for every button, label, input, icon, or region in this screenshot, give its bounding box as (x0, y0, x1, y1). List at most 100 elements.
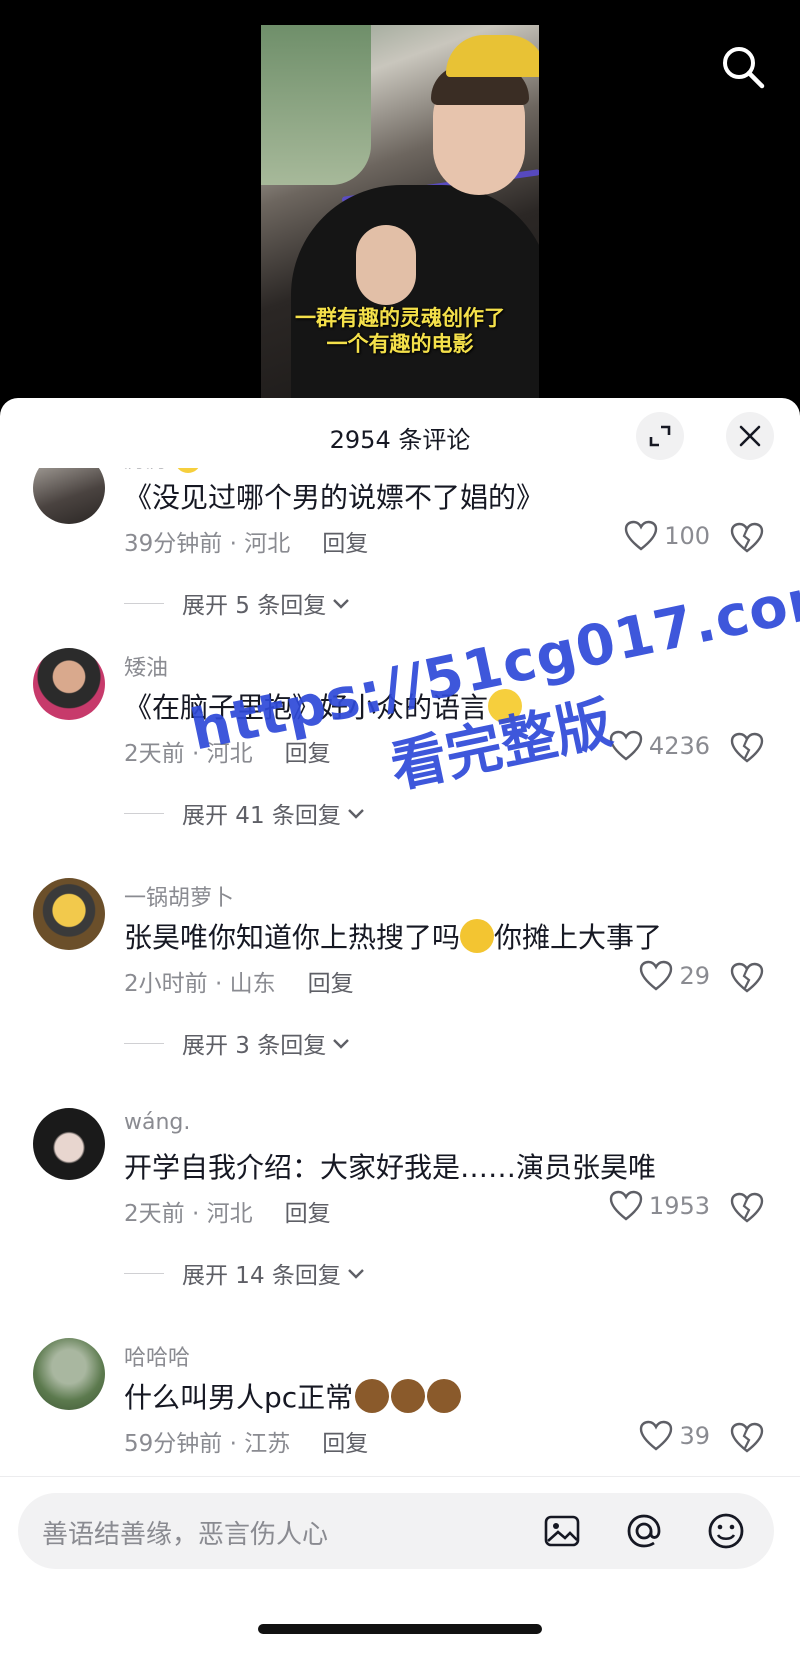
video-player[interactable]: 一群有趣的灵魂创作了 一个有趣的电影 (0, 0, 800, 400)
comment-username[interactable]: wáng. (124, 1110, 190, 1135)
broken-heart-icon (730, 1422, 764, 1453)
expand-icon (649, 425, 671, 447)
avatar[interactable] (33, 468, 105, 524)
broken-heart-icon (730, 962, 764, 993)
comment-meta: 39分钟前 · 河北 回复 (124, 524, 368, 558)
video-frame[interactable]: 一群有趣的灵魂创作了 一个有趣的电影 (261, 25, 539, 400)
poop-emoji-icon (391, 1379, 426, 1413)
expand-divider (124, 1272, 164, 1274)
sheet-header: 2954 条评论 (0, 398, 800, 468)
avatar[interactable] (33, 648, 105, 720)
comment-input[interactable]: 善语结善缘，恶言伤人心 (18, 1493, 774, 1569)
subtitle-line-1: 一群有趣的灵魂创作了 (295, 306, 505, 330)
comment-username[interactable]: 一锅胡萝卜 (124, 880, 234, 912)
expand-sheet-button[interactable] (636, 412, 684, 460)
comment-text-part-1: 张昊唯你知道你上热搜了吗 (124, 921, 461, 954)
dislike-button[interactable] (730, 522, 764, 556)
username-text: 房房 (124, 468, 168, 473)
broken-heart-icon (730, 1192, 764, 1223)
avatar[interactable] (33, 878, 105, 950)
avatar[interactable] (33, 1338, 105, 1410)
broken-heart-icon (730, 522, 764, 553)
chevron-down-icon (333, 1039, 350, 1049)
smiley-icon (708, 1513, 744, 1549)
expand-replies-button[interactable]: 展开 14 条回复 (124, 1256, 367, 1290)
dislike-button[interactable] (730, 962, 764, 996)
like-count: 1953 (648, 1192, 710, 1220)
comment-username[interactable]: 房房 (124, 468, 202, 474)
expand-divider (124, 1042, 164, 1044)
comments-sheet: 2954 条评论 房房 《没见过哪个男的说嫖不了娼的》 39分钟前 · 河北回 (0, 398, 800, 1661)
at-icon (627, 1514, 661, 1548)
reply-button[interactable]: 回复 (322, 1431, 368, 1457)
comment-input-footer: 善语结善缘，恶言伤人心 (0, 1476, 800, 1661)
comment-item: 房房 《没见过哪个男的说嫖不了娼的》 39分钟前 · 河北 回复 100 展开 5… (0, 468, 800, 619)
comment-item: 哈哈哈 什么叫男人pc正常 59分钟前 · 江苏 回复 39 (0, 1338, 800, 1476)
like-button[interactable]: 100 (600, 520, 710, 552)
expand-divider (124, 602, 164, 604)
username-text: 一锅胡萝卜 (124, 886, 235, 911)
comment-input-placeholder: 善语结善缘，恶言伤人心 (42, 1520, 329, 1550)
reply-button[interactable]: 回复 (322, 531, 368, 557)
comment-time-location: 2小时前 · 山东 (124, 971, 276, 997)
heart-icon (640, 960, 673, 991)
search-icon (723, 47, 765, 89)
heart-icon (640, 1420, 673, 1451)
video-person-body (291, 185, 539, 400)
like-count: 39 (679, 1422, 710, 1450)
dislike-button[interactable] (730, 732, 764, 766)
comment-time-location: 59分钟前 · 江苏 (124, 1431, 291, 1457)
comment-text-content: 什么叫男人pc正常 (124, 1381, 354, 1414)
video-car-window (261, 25, 371, 185)
comment-item: wáng. 开学自我介绍：大家好我是……演员张昊唯 2天前 · 河北 回复 195… (0, 1108, 800, 1289)
heart-icon (609, 1190, 643, 1221)
close-button[interactable] (726, 412, 774, 460)
subtitle-line-2: 一个有趣的电影 (326, 332, 474, 356)
comment-time-location: 2天前 · 河北 (124, 1201, 253, 1227)
like-button[interactable]: 29 (600, 960, 710, 992)
dislike-button[interactable] (730, 1422, 764, 1456)
comment-meta: 2小时前 · 山东 回复 (124, 964, 354, 998)
comment-item: 一锅胡萝卜 张昊唯你知道你上热搜了吗 你摊上大事了 2小时前 · 山东 回复 29 … (0, 878, 800, 1059)
emoji-button[interactable] (706, 1511, 746, 1551)
comment-text-part-2: 你摊上大事了 (494, 921, 663, 954)
comment-text: 开学自我介绍：大家好我是……演员张昊唯 (124, 1151, 657, 1184)
poop-emoji-icon (355, 1379, 390, 1413)
dislike-button[interactable] (730, 1192, 764, 1226)
like-button[interactable]: 39 (600, 1420, 710, 1452)
comment-text: 什么叫男人pc正常 (124, 1376, 462, 1416)
like-count: 29 (679, 962, 710, 990)
crown-emoji-icon (175, 468, 202, 473)
video-hand (356, 225, 416, 305)
comment-text: 《没见过哪个男的说嫖不了娼的》 (124, 481, 545, 514)
reply-button[interactable]: 回复 (308, 971, 354, 997)
like-button[interactable]: 1953 (600, 1190, 710, 1222)
poop-emoji-icon (427, 1379, 462, 1413)
image-icon (544, 1515, 580, 1547)
comment-meta: 59分钟前 · 江苏 回复 (124, 1424, 368, 1458)
mention-button[interactable] (624, 1511, 664, 1551)
expand-replies-text: 展开 3 条回复 (182, 1033, 327, 1059)
video-person-cap (446, 35, 539, 77)
expand-replies-button[interactable]: 展开 3 条回复 (124, 1026, 352, 1060)
search-button[interactable] (718, 42, 768, 92)
chevron-down-icon (333, 599, 350, 609)
close-icon (739, 425, 761, 447)
video-subtitle: 一群有趣的灵魂创作了 一个有趣的电影 (261, 305, 539, 357)
expand-replies-text: 展开 5 条回复 (182, 593, 327, 619)
comment-text: 张昊唯你知道你上热搜了吗 你摊上大事了 (124, 916, 662, 956)
like-count: 100 (664, 522, 710, 550)
image-button[interactable] (542, 1511, 582, 1551)
comment-meta: 2天前 · 河北 回复 (124, 1194, 331, 1228)
comment-time-location: 39分钟前 · 河北 (124, 531, 291, 557)
expand-replies-text: 展开 14 条回复 (182, 1263, 341, 1289)
expand-divider (124, 812, 164, 814)
expand-replies-button[interactable]: 展开 5 条回复 (124, 586, 352, 620)
broken-heart-icon (730, 732, 764, 763)
comment-username[interactable]: 矮油 (124, 650, 168, 682)
avatar[interactable] (33, 1108, 105, 1180)
heart-icon (624, 520, 658, 551)
reply-button[interactable]: 回复 (285, 1201, 331, 1227)
home-indicator[interactable] (258, 1624, 542, 1634)
comment-username[interactable]: 哈哈哈 (124, 1340, 190, 1372)
